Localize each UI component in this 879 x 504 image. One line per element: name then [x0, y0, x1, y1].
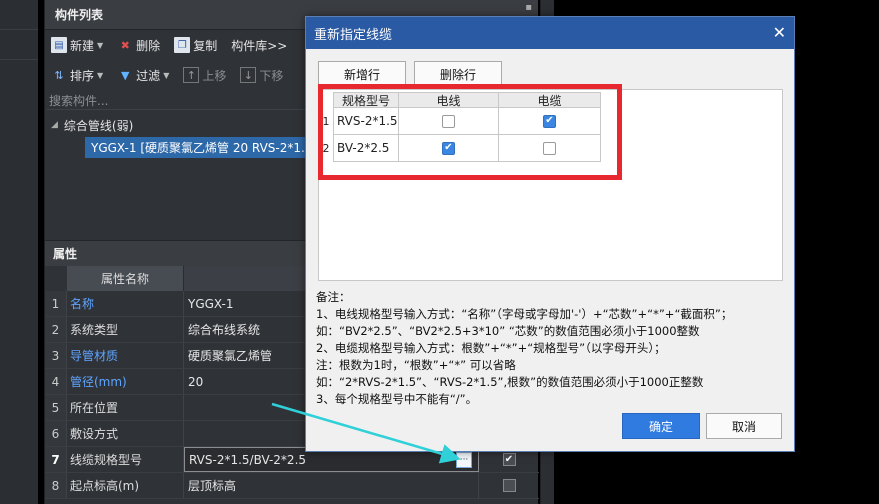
grid-row: 1 RVS-2*1.5 ✔ [319, 108, 601, 135]
note-line: 1、电线规格型号输入方式：“名称”（字母或字母加'-'）+“芯数”+“*”+“截… [316, 307, 733, 321]
row-number: 2 [45, 317, 67, 342]
row-number: 1 [45, 291, 67, 316]
pin-icon[interactable]: ▪ [525, 2, 532, 13]
property-name: 起点标高(m) [67, 473, 184, 498]
row-number: 4 [45, 369, 67, 394]
left-side-strip [0, 0, 38, 504]
wire-checkbox[interactable] [442, 114, 455, 128]
grid-header-cable: 电缆 [499, 92, 601, 108]
note-line: 如：“2*RVS-2*1.5”、“RVS-2*1.5”,根数”的数值范围必须小于… [316, 375, 704, 389]
chevron-down-icon: ▼ [97, 70, 104, 80]
grid-row-number: 2 [322, 142, 330, 155]
arrow-up-icon: ↑ [183, 67, 200, 83]
property-name: 导管材质 [67, 343, 184, 368]
note-line: 注：根数为1时，“根数”+“*” 可以省略 [316, 358, 516, 372]
new-document-icon: ▤ [51, 37, 67, 53]
property-name: 系统类型 [67, 317, 184, 342]
filter-button[interactable]: ▼ 过滤 ▼ [115, 64, 171, 86]
new-button[interactable]: ▤ 新建 ▼ [49, 34, 105, 56]
dialog-title-bar: 重新指定线缆 ✕ [306, 17, 794, 49]
row-number: 5 [45, 395, 67, 420]
grid-header-spec: 规格型号 [333, 92, 399, 108]
dialog-title: 重新指定线缆 [314, 27, 393, 43]
property-name: 线缆规格型号 [67, 447, 184, 472]
wire-cell [399, 108, 499, 135]
row-number: 3 [45, 343, 67, 368]
note-line: 3、每个规格型号中不能有“/”。 [316, 392, 478, 406]
selected-component[interactable]: YGGX-1 [硬质聚氯乙烯管 20 RVS-2*1.5 [85, 136, 319, 158]
checkbox[interactable]: ✔ [502, 453, 516, 466]
cable-grid: 规格型号 电线 电缆 1 RVS-2*1.5 ✔ 2 BV-2*2.5 ✔ [319, 92, 601, 162]
note-line: 2、电缆规格型号输入方式：根数”+“*”+“规格型号”（以字母开头）； [316, 341, 666, 355]
copy-icon: ❐ [174, 37, 191, 53]
grid-header: 规格型号 电线 电缆 [319, 92, 601, 108]
spec-cell[interactable]: BV-2*2.5 [333, 135, 399, 162]
property-name: 管径(mm) [67, 369, 184, 394]
cable-grid-area: 规格型号 电线 电缆 1 RVS-2*1.5 ✔ 2 BV-2*2.5 ✔ [318, 89, 783, 281]
column-header-name: 属性名称 [67, 266, 184, 291]
row-number: 7 [45, 447, 67, 472]
copy-button[interactable]: ❐ 复制 [172, 34, 219, 56]
note-line: 备注： [316, 290, 351, 304]
dialog-notes: 备注： 1、电线规格型号输入方式：“名称”（字母或字母加'-'）+“芯数”+“*”… [316, 289, 786, 408]
cable-cell: ✔ [499, 108, 601, 135]
collapse-triangle-icon[interactable]: ◢ [51, 120, 58, 130]
ellipsis-button[interactable]: ··· [456, 452, 472, 468]
component-list-title: 构件列表 [55, 8, 104, 22]
add-row-button[interactable]: 新增行 [318, 61, 406, 87]
grid-row-number: 1 [322, 115, 330, 128]
sort-icon: ⇅ [54, 68, 64, 82]
chevron-down-icon: ▼ [97, 40, 104, 50]
delete-row-button[interactable]: 删除行 [414, 61, 502, 87]
move-down-button[interactable]: ↓ 下移 [238, 64, 285, 86]
cable-checkbox[interactable] [543, 141, 556, 155]
row-number: 6 [45, 421, 67, 446]
wire-checkbox[interactable]: ✔ [442, 141, 455, 155]
property-name: 所在位置 [67, 395, 184, 420]
component-library-button[interactable]: 构件库>> [229, 34, 289, 56]
reassign-cable-dialog: 重新指定线缆 ✕ 新增行 删除行 规格型号 电线 电缆 1 RVS-2*1.5 ✔ 2… [305, 16, 795, 452]
row-number: 8 [45, 473, 67, 498]
cable-checkbox[interactable]: ✔ [543, 114, 556, 128]
move-up-button[interactable]: ↑ 上移 [181, 64, 228, 86]
grid-row: 2 BV-2*2.5 ✔ [319, 135, 601, 162]
checkbox[interactable] [502, 479, 516, 492]
property-name: 名称 [67, 291, 184, 316]
close-icon[interactable]: ✕ [773, 23, 786, 42]
property-value[interactable]: 层顶标高 [184, 473, 479, 498]
delete-button[interactable]: ✖ 删除 [115, 34, 162, 56]
sort-button[interactable]: ⇅ 排序 ▼ [49, 64, 105, 86]
cable-cell [499, 135, 601, 162]
arrow-down-icon: ↓ [240, 67, 257, 83]
filter-icon: ▼ [120, 68, 130, 82]
note-line: 如：“BV2*2.5”、“BV2*2.5+3*10” “芯数”的数值范围必须小于… [316, 324, 700, 338]
grid-header-wire: 电线 [399, 92, 499, 108]
property-row[interactable]: 8 起点标高(m) 层顶标高 [45, 473, 539, 499]
wire-cell: ✔ [399, 135, 499, 162]
chevron-down-icon: ▼ [163, 70, 170, 80]
cancel-button[interactable]: 取消 [706, 413, 782, 439]
property-name: 敷设方式 [67, 421, 184, 446]
delete-icon: ✖ [120, 38, 130, 52]
ok-button[interactable]: 确定 [622, 413, 700, 439]
spec-cell[interactable]: RVS-2*1.5 [333, 108, 399, 135]
dialog-actions: 新增行 删除行 [318, 61, 502, 87]
property-check-cell [479, 473, 539, 498]
